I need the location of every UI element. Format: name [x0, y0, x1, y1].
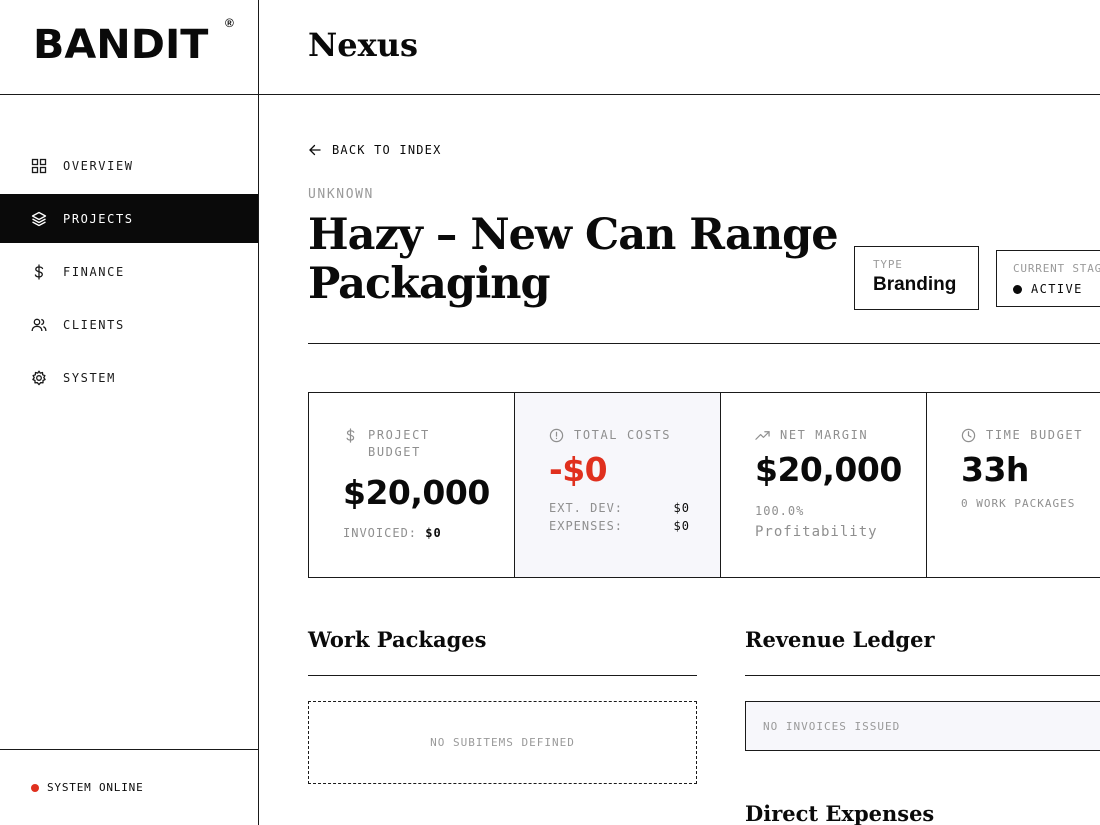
stat-label: PROJECT BUDGET — [368, 428, 430, 459]
system-status: SYSTEM ONLINE — [0, 749, 258, 825]
work-packages-empty: NO SUBITEMS DEFINED — [308, 701, 697, 784]
stats-row: PROJECT BUDGET $20,000 INVOICED: $0 TOTA… — [308, 392, 1100, 578]
invoiced-row: INVOICED: $0 — [343, 526, 514, 540]
top-bar: Nexus — [259, 0, 1100, 95]
brand-area: BANDIT ® — [0, 0, 258, 95]
sidebar-item-label: PROJECTS — [63, 211, 134, 226]
sidebar-item-projects[interactable]: PROJECTS — [0, 194, 258, 243]
invoiced-value: $0 — [425, 526, 442, 540]
sidebar-item-label: SYSTEM — [63, 370, 116, 385]
type-value: Branding — [873, 274, 957, 295]
clock-icon — [961, 428, 976, 443]
revenue-ledger-heading: Revenue Ledger — [745, 627, 935, 652]
stat-value: $20,000 — [343, 473, 490, 512]
users-icon — [31, 317, 47, 333]
arrow-left-icon — [309, 144, 321, 156]
registered-mark: ® — [225, 16, 234, 30]
sidebar-item-label: CLIENTS — [63, 317, 125, 332]
stat-net-margin: NET MARGIN $20,000 100.0% Profitability — [721, 393, 927, 577]
invoiced-label: INVOICED: — [343, 526, 418, 540]
stat-label: TOTAL COSTS — [574, 428, 672, 442]
direct-expenses-heading: Direct Expenses — [745, 801, 935, 825]
sidebar-item-label: OVERVIEW — [63, 158, 134, 173]
gear-icon — [31, 370, 47, 386]
alert-circle-icon — [549, 428, 564, 443]
ext-dev-value: $0 — [673, 501, 690, 515]
work-packages-divider — [308, 675, 697, 676]
sidebar-item-system[interactable]: SYSTEM — [0, 353, 258, 402]
margin-details: 100.0% Profitability — [755, 501, 926, 543]
layers-icon — [31, 211, 47, 227]
ext-dev-label: EXT. DEV: — [549, 501, 624, 515]
work-packages-count: 0 WORK PACKAGES — [961, 497, 1076, 510]
sidebar-nav: OVERVIEW PROJECTS FINANCE CLIENTS SYSTEM — [0, 141, 258, 406]
sidebar-item-label: FINANCE — [63, 264, 125, 279]
work-packages-heading: Work Packages — [308, 627, 487, 652]
sidebar-item-clients[interactable]: CLIENTS — [0, 300, 258, 349]
stat-total-costs: TOTAL COSTS -$0 EXT. DEV: $0 EXPENSES: $… — [515, 393, 721, 577]
revenue-ledger-divider — [745, 675, 1100, 676]
dollar-icon — [31, 263, 47, 280]
stat-time-budget: TIME BUDGET 33h 0 WORK PACKAGES — [927, 393, 1100, 577]
stat-value: 33h — [961, 450, 1029, 489]
back-label: BACK TO INDEX — [332, 143, 442, 157]
type-card: TYPE Branding — [854, 246, 979, 310]
stat-header: PROJECT BUDGET — [343, 427, 514, 461]
stat-header: TOTAL COSTS — [549, 427, 720, 444]
stage-dot-icon — [1013, 284, 1022, 294]
sidebar-item-finance[interactable]: FINANCE — [0, 247, 258, 296]
page-title: Nexus — [308, 26, 418, 64]
expenses-value: $0 — [673, 519, 690, 533]
margin-caption: Profitability — [755, 524, 878, 540]
back-to-index-link[interactable]: BACK TO INDEX — [308, 143, 442, 157]
brand-logo[interactable]: BANDIT — [33, 22, 208, 68]
margin-percent: 100.0% — [755, 504, 805, 518]
stat-header: TIME BUDGET — [961, 427, 1100, 444]
type-label: TYPE — [873, 258, 903, 271]
project-detail: BACK TO INDEX UNKNOWN Hazy – New Can Ran… — [308, 95, 1100, 825]
project-title: Hazy – New Can Range Packaging — [308, 210, 839, 309]
stat-label: NET MARGIN — [780, 428, 869, 442]
revenue-ledger-empty: NO INVOICES ISSUED — [745, 701, 1100, 751]
expenses-row: EXPENSES: $0 — [549, 519, 690, 533]
status-dot-icon — [31, 783, 39, 792]
ext-dev-row: EXT. DEV: $0 — [549, 501, 690, 515]
stat-label: TIME BUDGET — [986, 428, 1084, 442]
stage-label: CURRENT STAGE — [1013, 262, 1100, 275]
current-stage-card[interactable]: CURRENT STAGE ACTIVE — [996, 250, 1100, 307]
expenses-label: EXPENSES: — [549, 519, 624, 533]
stat-value: -$0 — [549, 450, 608, 489]
client-name: UNKNOWN — [308, 187, 374, 202]
stat-value: $20,000 — [755, 450, 902, 489]
system-status-label: SYSTEM ONLINE — [47, 781, 144, 794]
sidebar: BANDIT ® OVERVIEW PROJECTS FINANCE CLIEN… — [0, 0, 259, 825]
sidebar-item-overview[interactable]: OVERVIEW — [0, 141, 258, 190]
stat-project-budget: PROJECT BUDGET $20,000 INVOICED: $0 — [309, 393, 515, 577]
grid-icon — [31, 158, 47, 174]
stage-value: ACTIVE — [1031, 282, 1083, 296]
title-divider — [308, 343, 1100, 344]
trending-up-icon — [755, 431, 770, 440]
dollar-icon — [346, 428, 355, 443]
stat-header: NET MARGIN — [755, 427, 926, 444]
stage-status: ACTIVE — [1013, 282, 1100, 296]
